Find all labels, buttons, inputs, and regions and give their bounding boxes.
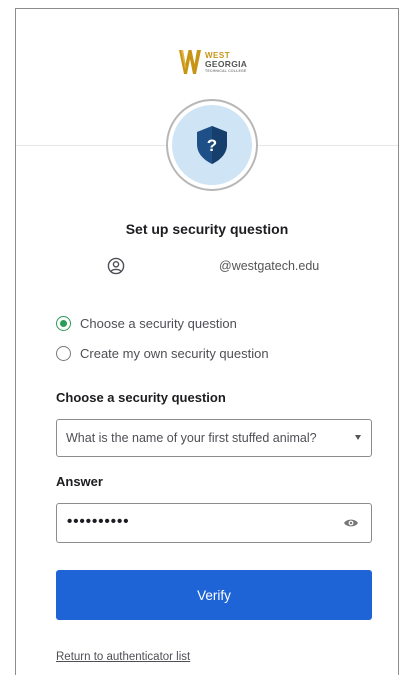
verify-button[interactable]: Verify: [56, 570, 372, 620]
brand-logo-text: WEST GEORGIA TECHNICAL COLLEGE: [205, 51, 247, 74]
eye-icon[interactable]: [343, 517, 359, 529]
page-title: Set up security question: [125, 221, 289, 237]
brand-line-3: TECHNICAL COLLEGE: [205, 68, 247, 73]
brand-logo: WEST GEORGIA TECHNICAL COLLEGE: [178, 45, 258, 79]
user-email: @westgatech.edu: [219, 259, 320, 273]
brand-logo-mark-icon: [179, 50, 201, 74]
answer-field-label: Answer: [56, 474, 103, 489]
brand-line-2: GEORGIA: [205, 58, 248, 69]
auth-card: WEST GEORGIA TECHNICAL COLLEGE ? Set up …: [15, 8, 399, 675]
radio-create-question-label: Create my own security question: [80, 345, 269, 361]
svg-text:?: ?: [207, 136, 217, 155]
question-field-label: Choose a security question: [56, 390, 226, 405]
shield-question-icon: ?: [197, 126, 227, 164]
user-icon: [107, 257, 125, 275]
radio-choose-question-indicator[interactable]: [56, 315, 71, 331]
radio-choose-question[interactable]: Choose a security question: [56, 313, 237, 333]
badge-inner: ?: [172, 105, 252, 185]
radio-create-question[interactable]: Create my own security question: [56, 343, 269, 363]
security-question-selected-value: What is the name of your first stuffed a…: [66, 431, 317, 445]
answer-input[interactable]: ••••••••••: [56, 503, 372, 543]
radio-create-question-indicator[interactable]: [56, 345, 71, 361]
answer-masked-value: ••••••••••: [67, 513, 130, 530]
user-identifier: @westgatech.edu: [16, 256, 398, 278]
authenticator-badge: ?: [166, 99, 258, 191]
radio-choose-question-label: Choose a security question: [80, 315, 237, 331]
security-question-select[interactable]: What is the name of your first stuffed a…: [56, 419, 372, 457]
return-to-authenticator-list-link[interactable]: Return to authenticator list: [56, 651, 190, 663]
chevron-down-icon: [355, 435, 361, 440]
